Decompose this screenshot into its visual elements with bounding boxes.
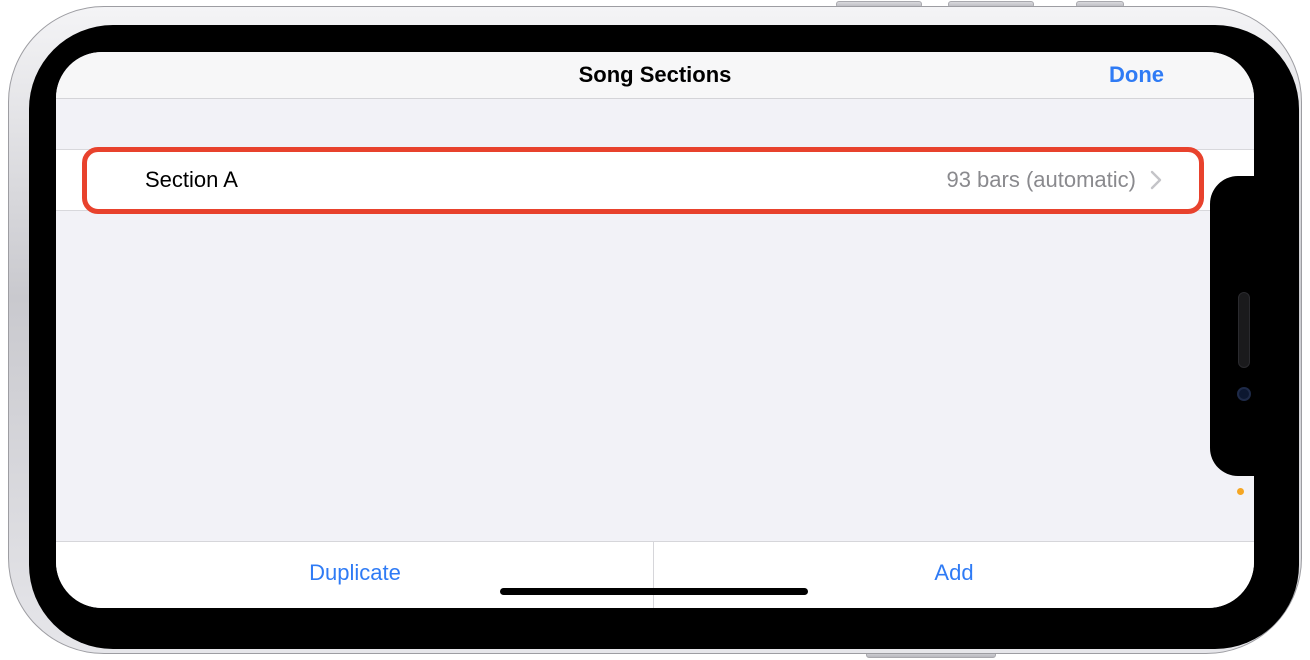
earpiece-speaker bbox=[1238, 292, 1250, 368]
home-indicator[interactable] bbox=[500, 588, 808, 595]
privacy-indicator-dot bbox=[1237, 488, 1244, 495]
section-title: Section A bbox=[145, 167, 238, 192]
add-button[interactable]: Add bbox=[654, 542, 1254, 608]
navigation-bar: Song Sections Done bbox=[56, 52, 1254, 99]
page-title: Song Sections bbox=[578, 62, 732, 87]
done-button[interactable]: Done bbox=[1109, 62, 1164, 88]
duplicate-button[interactable]: Duplicate bbox=[56, 542, 654, 608]
song-sections-screen: Song Sections Done Section A 93 bars (au… bbox=[56, 52, 1254, 608]
phone-screenshot: Song Sections Done Section A 93 bars (au… bbox=[0, 0, 1310, 660]
front-camera-icon bbox=[1237, 387, 1251, 401]
bottom-toolbar: Duplicate Add bbox=[56, 541, 1254, 608]
notch bbox=[1210, 176, 1260, 476]
section-row[interactable]: Section A 93 bars (automatic) bbox=[56, 149, 1254, 211]
chevron-right-icon bbox=[1150, 170, 1162, 190]
section-bar-count: 93 bars (automatic) bbox=[946, 167, 1136, 192]
